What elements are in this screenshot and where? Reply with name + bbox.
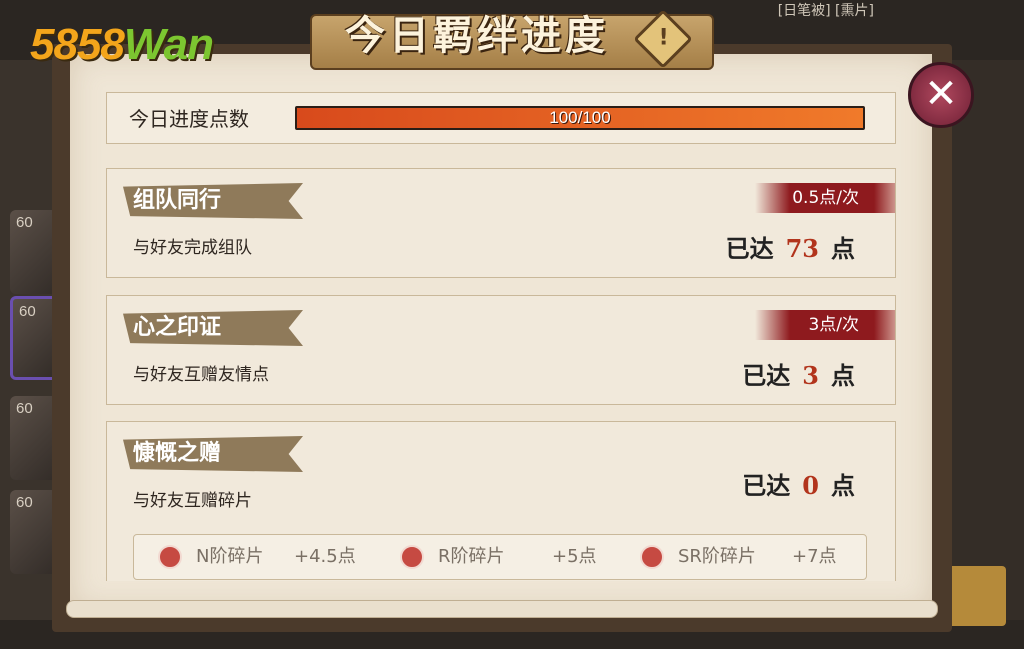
background-top-text: [日笔被] [熏片] — [777, 3, 874, 19]
reached-count: 3 — [802, 361, 819, 390]
daily-progress-row: 今日进度点数 100/100 — [106, 92, 896, 144]
fragment-points: +7点 — [792, 546, 837, 567]
task-rate: 0.5点/次 — [792, 188, 859, 208]
reached-prefix: 已达 — [742, 361, 791, 390]
background-right-panel — [944, 60, 1024, 620]
close-button[interactable]: ✕ — [908, 62, 974, 128]
task-title: 心之印证 — [133, 315, 222, 340]
task-reached: 已达 3 点 — [742, 356, 855, 391]
logo-part-2: Wan — [123, 20, 214, 69]
info-symbol: ! — [658, 25, 669, 51]
fragment-label: R阶碎片 — [438, 546, 505, 567]
avatar-level: 60 — [16, 400, 33, 417]
reached-prefix: 已达 — [742, 471, 791, 500]
reached-count: 0 — [802, 471, 819, 500]
task-title: 组队同行 — [133, 188, 222, 213]
progress-bar: 100/100 — [295, 106, 865, 130]
progress-label: 今日进度点数 — [129, 107, 249, 131]
close-icon: ✕ — [924, 71, 958, 117]
fragment-label: SR阶碎片 — [678, 546, 756, 567]
reached-prefix: 已达 — [725, 234, 774, 263]
task-reached: 已达 73 点 — [726, 229, 855, 264]
task-reached: 已达 0 点 — [742, 466, 855, 501]
tomoe-icon — [158, 545, 182, 569]
logo-part-1: 5858 — [30, 20, 125, 69]
reached-count: 73 — [785, 234, 819, 263]
progress-text: 100/100 — [549, 108, 611, 127]
avatar-level: 60 — [16, 494, 33, 511]
fragment-points: +4.5点 — [294, 546, 356, 567]
reached-suffix: 点 — [831, 361, 855, 390]
scroll-bottom-roll — [66, 600, 938, 618]
fragment-points: +5点 — [552, 546, 597, 567]
fragment-label: N阶碎片 — [196, 546, 264, 567]
task-description: 与好友互赠碎片 — [133, 491, 252, 511]
reached-suffix: 点 — [831, 234, 855, 263]
task-card: 组队同行 与好友完成组队 0.5点/次 已达 73 点 — [106, 168, 896, 278]
task-rate: 3点/次 — [808, 315, 859, 335]
task-description: 与好友完成组队 — [133, 238, 252, 258]
task-description: 与好友互赠友情点 — [133, 365, 269, 385]
tomoe-icon — [400, 545, 424, 569]
reached-suffix: 点 — [831, 471, 855, 500]
avatar-level: 60 — [19, 303, 36, 320]
dialog-title: 今日羁绊进度 — [345, 12, 609, 59]
avatar-level: 60 — [16, 214, 33, 231]
task-card: 心之印证 与好友互赠友情点 3点/次 已达 3 点 — [106, 295, 896, 405]
watermark-logo: 5858Wan — [30, 20, 214, 70]
task-title: 慷慨之赠 — [133, 441, 222, 466]
fragment-rewards: N阶碎片 +4.5点 R阶碎片 +5点 SR阶碎片 +7点 — [133, 534, 867, 580]
tomoe-icon — [640, 545, 664, 569]
task-card: 慷慨之赠 与好友互赠碎片 已达 0 点 N阶碎片 +4.5点 R阶碎片 +5点 SR… — [106, 421, 896, 581]
